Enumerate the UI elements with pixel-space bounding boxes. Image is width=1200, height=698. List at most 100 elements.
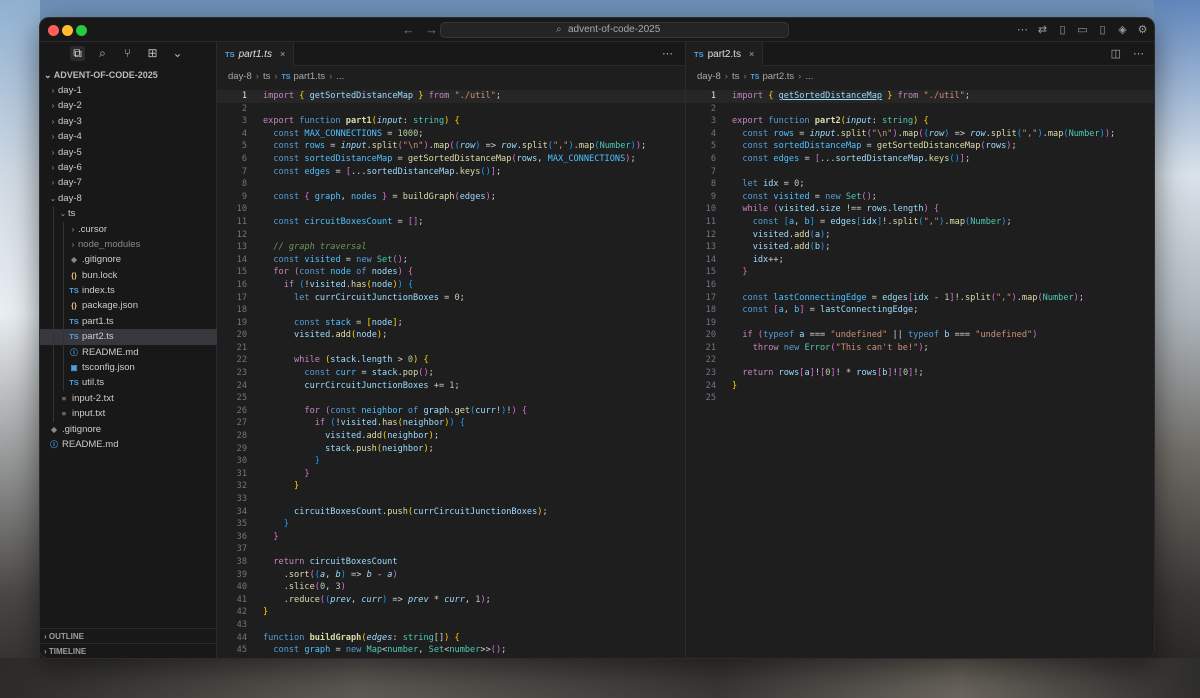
tree-item[interactable]: › day-3 xyxy=(40,114,217,129)
extensions-icon[interactable]: ⊞ xyxy=(145,46,160,61)
tree-item[interactable]: TS util.ts xyxy=(40,375,217,391)
code-line[interactable]: 18 const [a, b] = lastConnectingEdge; xyxy=(686,304,1154,317)
chevron-right-icon[interactable]: › xyxy=(48,114,58,129)
tree-item[interactable]: › day-6 xyxy=(40,160,217,175)
code-line[interactable]: 6 const edges = [...sortedDistanceMap.ke… xyxy=(686,153,1154,166)
code-line[interactable]: 35 } xyxy=(217,518,685,531)
tree-item[interactable]: ⓘ README.md xyxy=(40,437,217,452)
tree-item[interactable]: TS part2.ts xyxy=(40,329,217,345)
cube-icon[interactable]: ◈ xyxy=(1117,23,1128,36)
tree-item[interactable]: › day-1 xyxy=(40,83,217,98)
breadcrumb-item[interactable]: day-8 xyxy=(697,71,721,82)
chevron-right-icon[interactable]: › xyxy=(48,145,58,160)
code-line[interactable]: 31 } xyxy=(217,468,685,481)
code-area[interactable]: 1 import { getSortedDistanceMap } from ".… xyxy=(686,90,1154,405)
code-line[interactable]: 15 for (const node of nodes) { xyxy=(217,266,685,279)
code-line[interactable]: 39 .sort((a, b) => b - a) xyxy=(217,569,685,582)
tab-part2[interactable]: TS part2.ts × xyxy=(686,42,764,66)
code-line[interactable]: 5 const rows = input.split("\n").map((ro… xyxy=(217,140,685,153)
back-arrow-icon[interactable]: ← xyxy=(402,22,425,37)
close-icon[interactable]: × xyxy=(280,49,285,59)
chevron-right-icon[interactable]: › xyxy=(48,175,58,190)
code-line[interactable]: 45 const graph = new Map<number, Set<num… xyxy=(217,644,685,657)
toggle-sidebar-icon[interactable]: ▯ xyxy=(1057,23,1068,36)
code-line[interactable]: 21 throw new Error("This can't be!"); xyxy=(686,342,1154,355)
tree-item[interactable]: ◆ .gitignore xyxy=(40,422,217,437)
code-line[interactable]: 16 xyxy=(686,279,1154,292)
chevron-right-icon[interactable]: › xyxy=(48,83,58,98)
code-line[interactable]: 30 } xyxy=(217,455,685,468)
code-line[interactable]: 6 const sortedDistanceMap = getSortedDis… xyxy=(217,153,685,166)
swap-icon[interactable]: ⇄ xyxy=(1037,23,1048,36)
code-line[interactable]: 12 visited.add(a); xyxy=(686,229,1154,242)
code-line[interactable]: 13 // graph traversal xyxy=(217,241,685,254)
code-line[interactable]: 41 .reduce((prev, curr) => prev * curr, … xyxy=(217,594,685,607)
code-line[interactable]: 1 import { getSortedDistanceMap } from ".… xyxy=(686,90,1154,103)
code-line[interactable]: 40 .slice(0, 3) xyxy=(217,581,685,594)
more-actions-icon[interactable]: ⋯ xyxy=(662,47,673,60)
tree-item[interactable]: ◆ .gitignore xyxy=(40,252,217,268)
code-line[interactable]: 5 const sortedDistanceMap = getSortedDis… xyxy=(686,140,1154,153)
search-icon[interactable]: ⌕ xyxy=(95,46,110,61)
code-line[interactable]: 10 while (visited.size !== rows.length) … xyxy=(686,203,1154,216)
zoom-window-button[interactable] xyxy=(76,25,87,36)
explorer-root-title[interactable]: ⌄ ADVENT-OF-CODE-2025 xyxy=(40,68,217,82)
code-line[interactable]: 19 const stack = [node]; xyxy=(217,317,685,330)
source-control-icon[interactable]: ⑂ xyxy=(120,46,135,61)
timeline-section[interactable]: › TIMELINE xyxy=(40,643,217,658)
tree-item[interactable]: ⓘ README.md xyxy=(40,344,217,361)
tree-item[interactable]: › day-7 xyxy=(40,175,217,190)
tree-item[interactable]: ≡ input-2.txt xyxy=(40,390,217,407)
code-line[interactable]: 11 const circuitBoxesCount = []; xyxy=(217,216,685,229)
code-line[interactable]: 24} xyxy=(686,380,1154,393)
code-line[interactable]: 27 if (!visited.has(neighbor)) { xyxy=(217,417,685,430)
command-center-search[interactable]: ⌕ advent-of-code-2025 xyxy=(440,22,789,38)
close-window-button[interactable] xyxy=(48,25,59,36)
chevron-right-icon[interactable]: › xyxy=(68,222,78,237)
code-line[interactable]: 10 xyxy=(217,203,685,216)
code-line[interactable]: 38 return circuitBoxesCount xyxy=(217,556,685,569)
code-line[interactable]: 17 const lastConnectingEdge = edges[idx … xyxy=(686,292,1154,305)
code-line[interactable]: 4 const MAX_CONNECTIONS = 1000; xyxy=(217,128,685,141)
tree-item[interactable]: › day-2 xyxy=(40,98,217,113)
more-actions-icon[interactable]: ⋯ xyxy=(1133,47,1144,60)
tree-item[interactable]: {} package.json xyxy=(40,298,217,314)
code-line[interactable]: 8 let idx = 0; xyxy=(686,178,1154,191)
code-line[interactable]: 20 if (typeof a === "undefined" || typeo… xyxy=(686,329,1154,342)
code-line[interactable]: 8 xyxy=(217,178,685,191)
code-line[interactable]: 14 const visited = new Set(); xyxy=(217,254,685,267)
breadcrumb-item[interactable]: part2.ts xyxy=(762,71,794,82)
chevron-down-icon[interactable]: ⌄ xyxy=(48,191,58,206)
chevron-right-icon[interactable]: › xyxy=(48,98,58,113)
code-line[interactable]: 29 stack.push(neighbor); xyxy=(217,443,685,456)
code-line[interactable]: 1 import { getSortedDistanceMap } from ".… xyxy=(217,90,685,103)
code-line[interactable]: 17 let currCircuitJunctionBoxes = 0; xyxy=(217,292,685,305)
tree-item[interactable]: › .cursor xyxy=(40,221,217,237)
code-line[interactable]: 36 } xyxy=(217,531,685,544)
tree-item[interactable]: ▣ tsconfig.json xyxy=(40,360,217,376)
code-line[interactable]: 22 xyxy=(686,354,1154,367)
breadcrumb-item[interactable]: day-8 xyxy=(228,71,252,82)
code-line[interactable]: 24 currCircuitJunctionBoxes += 1; xyxy=(217,380,685,393)
code-line[interactable]: 7 xyxy=(686,166,1154,179)
code-line[interactable]: 43 xyxy=(217,619,685,632)
code-area[interactable]: 1 import { getSortedDistanceMap } from ".… xyxy=(217,90,685,657)
chevron-down-icon[interactable]: ⌄ xyxy=(170,46,185,61)
code-line[interactable]: 33 xyxy=(217,493,685,506)
breadcrumb-item[interactable]: ... xyxy=(805,71,813,82)
files-icon[interactable]: ⧉ xyxy=(70,46,85,61)
tree-item[interactable]: ⌄ ts xyxy=(40,206,217,222)
code-line[interactable]: 20 visited.add(node); xyxy=(217,329,685,342)
toggle-secondary-sidebar-icon[interactable]: ▯ xyxy=(1097,23,1108,36)
tab-part1[interactable]: TS part1.ts × xyxy=(217,42,295,66)
more-icon[interactable]: ⋯ xyxy=(1017,23,1028,36)
code-line[interactable]: 9 const { graph, nodes } = buildGraph(ed… xyxy=(217,191,685,204)
code-line[interactable]: 44 function buildGraph(edges: string[]) { xyxy=(217,632,685,645)
chevron-right-icon[interactable]: › xyxy=(48,160,58,175)
code-line[interactable]: 16 if (!visited.has(node)) { xyxy=(217,279,685,292)
code-line[interactable]: 4 const rows = input.split("\n").map((ro… xyxy=(686,128,1154,141)
code-line[interactable]: 23 const curr = stack.pop(); xyxy=(217,367,685,380)
tree-item[interactable]: ⌄ day-8 xyxy=(40,191,217,206)
tree-item[interactable]: TS index.ts xyxy=(40,283,217,299)
breadcrumb-item[interactable]: part1.ts xyxy=(293,71,325,82)
